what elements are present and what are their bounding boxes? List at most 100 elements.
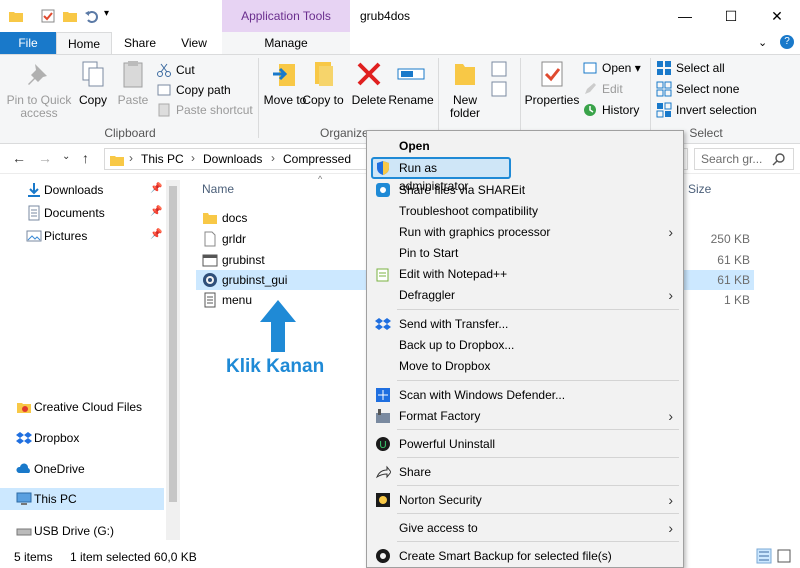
menu-item-powerful-uninstall[interactable]: U Powerful Uninstall	[367, 433, 683, 455]
tab-home[interactable]: Home	[56, 32, 112, 54]
history-button[interactable]: History	[582, 100, 639, 120]
large-icons-view-icon[interactable]	[776, 548, 792, 564]
properties-check-icon[interactable]	[40, 8, 56, 24]
nav-item-onedrive[interactable]: OneDrive	[4, 458, 85, 480]
undo-icon[interactable]	[84, 8, 100, 24]
folder-icon	[9, 12, 23, 22]
arrow-up-annotation-icon	[260, 300, 296, 352]
menu-item-backup-dropbox[interactable]: Back up to Dropbox...	[367, 334, 683, 356]
nav-item-pictures[interactable]: Pictures	[14, 225, 87, 247]
group-label-clipboard: Clipboard	[104, 126, 156, 140]
nav-item-documents[interactable]: Documents	[14, 202, 105, 224]
annotation-label: Klik Kanan	[226, 356, 325, 377]
help-icon[interactable]: ?	[780, 35, 794, 49]
menu-item-format-factory[interactable]: Format Factory ›	[367, 405, 683, 427]
menu-item-move-to-dropbox[interactable]: Move to Dropbox	[367, 355, 683, 377]
breadcrumb-downloads[interactable]: Downloads	[203, 152, 262, 166]
search-icon[interactable]	[772, 152, 786, 166]
copy-path-button[interactable]: Copy path	[156, 80, 231, 100]
nav-scrollbar-thumb[interactable]	[169, 186, 177, 502]
menu-item-windows-defender[interactable]: Scan with Windows Defender...	[367, 384, 683, 406]
new-item-icons[interactable]	[490, 60, 510, 110]
column-header-size[interactable]: Size	[688, 182, 711, 196]
column-header-name[interactable]: Name	[202, 182, 234, 196]
menu-item-open[interactable]: Open	[367, 135, 683, 157]
select-all-button[interactable]: Select all	[656, 58, 725, 78]
menu-separator	[397, 541, 679, 542]
pin-quick-access-button[interactable]: Pin to Quick access	[6, 58, 72, 120]
tab-file[interactable]: File	[0, 32, 56, 54]
collapse-ribbon-icon[interactable]: ⌄	[758, 36, 767, 49]
submenu-chevron-icon: ›	[668, 287, 673, 303]
copy-to-button[interactable]: Copy to	[300, 58, 346, 107]
menu-item-notepad-plus-plus[interactable]: Edit with Notepad++	[367, 263, 683, 285]
menu-item-troubleshoot[interactable]: Troubleshoot compatibility	[367, 200, 683, 222]
dropbox-icon	[375, 318, 391, 330]
cut-button[interactable]: Cut	[156, 60, 195, 80]
copy-icon	[82, 61, 104, 87]
properties-button[interactable]: Properties	[524, 58, 580, 107]
norton-icon	[376, 493, 390, 507]
notepad-plus-plus-icon	[376, 268, 389, 282]
nav-item-downloads[interactable]: Downloads	[14, 179, 103, 201]
breadcrumb-separator: ›	[129, 151, 133, 165]
menu-item-send-with-transfer[interactable]: Send with Transfer...	[367, 313, 683, 335]
window-title: grub4dos	[360, 9, 411, 23]
file-icon	[204, 231, 216, 247]
new-folder-icon[interactable]	[62, 8, 78, 24]
menu-item-graphics-processor[interactable]: Run with graphics processor ›	[367, 221, 683, 243]
scissors-icon	[157, 63, 171, 77]
menu-item-pin-to-start[interactable]: Pin to Start	[367, 242, 683, 264]
new-folder-button[interactable]: New folder	[442, 58, 488, 120]
up-arrow-icon[interactable]: ↑	[82, 150, 89, 166]
pinned-icon: 📌	[150, 183, 163, 194]
menu-item-norton-security[interactable]: Norton Security ›	[367, 489, 683, 511]
invert-selection-icon	[656, 102, 672, 118]
ribbon-divider	[520, 58, 521, 138]
breadcrumb-separator: ›	[271, 151, 275, 165]
tab-share[interactable]: Share	[112, 32, 168, 54]
menu-item-share[interactable]: Share	[367, 461, 683, 483]
breadcrumb-compressed[interactable]: Compressed	[283, 152, 351, 166]
paste-shortcut-button[interactable]: Paste shortcut	[156, 100, 253, 120]
application-icon	[202, 254, 218, 267]
recent-locations-icon[interactable]: ⌄	[62, 151, 70, 162]
menu-item-shareit[interactable]: Share files via SHAREit	[367, 179, 683, 201]
rename-button[interactable]: Rename	[388, 58, 434, 107]
submenu-chevron-icon: ›	[668, 408, 673, 424]
submenu-chevron-icon: ›	[668, 492, 673, 508]
format-factory-icon	[376, 409, 390, 423]
menu-item-defraggler[interactable]: Defraggler ›	[367, 284, 683, 306]
select-none-button[interactable]: Select none	[656, 79, 739, 99]
menu-item-give-access[interactable]: Give access to ›	[367, 517, 683, 539]
nav-item-dropbox[interactable]: Dropbox	[4, 427, 79, 449]
nav-scrollbar[interactable]	[166, 180, 180, 540]
delete-button[interactable]: Delete	[346, 58, 392, 107]
back-arrow-icon[interactable]: ←	[12, 150, 26, 166]
close-button[interactable]: ✕	[754, 0, 800, 32]
pinned-icon: 📌	[150, 206, 163, 217]
dropbox-icon	[16, 432, 32, 444]
breadcrumb-this-pc[interactable]: This PC	[141, 152, 184, 166]
documents-icon	[28, 205, 40, 221]
invert-selection-button[interactable]: Invert selection	[656, 100, 757, 120]
shareit-icon	[376, 183, 390, 197]
menu-separator	[397, 513, 679, 514]
nav-item-usb-drive[interactable]: USB Drive (G:)	[4, 520, 114, 542]
menu-item-smart-backup[interactable]: Create Smart Backup for selected file(s)	[367, 545, 683, 567]
maximize-button[interactable]: ☐	[708, 0, 754, 32]
open-button[interactable]: Open ▾	[582, 58, 641, 78]
pictures-icon	[26, 230, 42, 242]
quick-access-dropdown-icon[interactable]: ▾	[104, 8, 109, 19]
paste-button[interactable]: Paste	[110, 58, 156, 107]
details-view-icon[interactable]	[756, 548, 772, 564]
edit-button[interactable]: Edit	[582, 79, 623, 99]
tab-view[interactable]: View	[168, 32, 220, 54]
minimize-button[interactable]: —	[662, 0, 708, 32]
forward-arrow-icon[interactable]: →	[38, 150, 52, 166]
nav-item-creative-cloud[interactable]: Creative Cloud Files	[4, 396, 142, 418]
nav-item-this-pc[interactable]: This PC	[4, 488, 77, 510]
tab-manage[interactable]: Manage	[222, 32, 350, 54]
breadcrumb-separator: ›	[191, 151, 195, 165]
menu-item-run-as-administrator[interactable]: Run as administrator	[371, 157, 511, 193]
